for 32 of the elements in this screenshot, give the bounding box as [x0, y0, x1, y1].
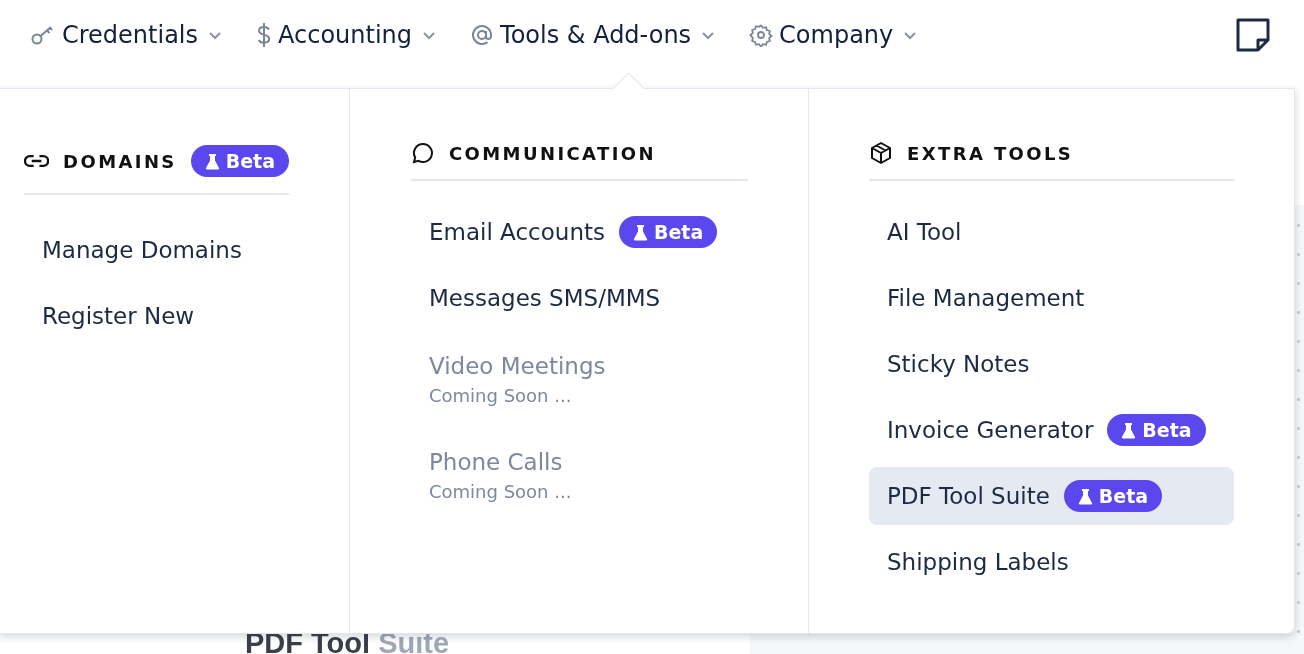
- menu-item[interactable]: Email Accounts Beta: [411, 203, 748, 261]
- chevron-down-icon: [701, 30, 716, 40]
- beta-badge: Beta: [619, 216, 718, 248]
- menu-item[interactable]: AI Tool: [869, 203, 1234, 261]
- menu-item[interactable]: PDF Tool Suite Beta: [869, 467, 1234, 525]
- nav-menu-item[interactable]: Credentials: [30, 21, 223, 49]
- cube-icon: [869, 141, 893, 165]
- at-icon: [470, 23, 495, 47]
- section-heading: EXTRA TOOLS: [907, 142, 1074, 164]
- nav-menu-item[interactable]: Company: [749, 21, 918, 49]
- nav-menu-item[interactable]: Tools & Add-ons: [470, 21, 716, 49]
- menu-item[interactable]: Invoice Generator Beta: [869, 401, 1234, 459]
- nav-menu-item[interactable]: Accounting: [256, 21, 437, 49]
- beta-badge: Beta: [1063, 480, 1163, 512]
- chat-bubble-icon: [411, 141, 435, 165]
- beta-badge: Beta: [190, 145, 289, 177]
- dollar-icon: [256, 22, 273, 48]
- gear-icon: [749, 23, 774, 47]
- chevron-down-icon: [422, 30, 437, 40]
- section-heading: DOMAINS: [63, 150, 177, 172]
- menu-item[interactable]: Messages SMS/MMS: [411, 269, 748, 327]
- chevron-down-icon: [903, 30, 918, 40]
- menu-item[interactable]: Sticky Notes: [869, 335, 1234, 393]
- link-icon: [24, 153, 50, 169]
- menu-item[interactable]: File Management: [869, 269, 1234, 327]
- menu-item[interactable]: Register New: [24, 287, 289, 345]
- chevron-down-icon: [208, 30, 223, 40]
- sticky-note-icon[interactable]: [1234, 16, 1272, 54]
- beta-badge: Beta: [1107, 414, 1206, 446]
- section-heading: COMMUNICATION: [449, 142, 656, 164]
- menu-item[interactable]: Shipping Labels: [869, 533, 1234, 591]
- menu-item[interactable]: Manage Domains: [24, 221, 289, 279]
